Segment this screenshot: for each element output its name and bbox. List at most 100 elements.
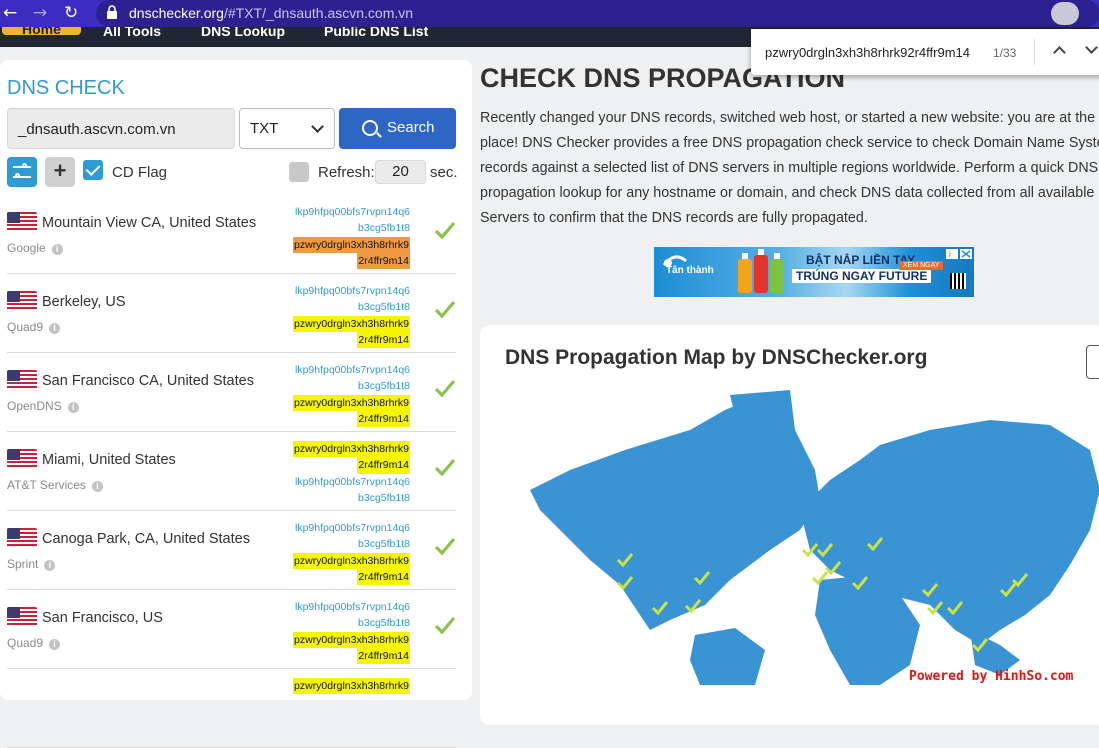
menu-home[interactable]: Home	[2, 27, 81, 36]
find-next-icon[interactable]	[1085, 41, 1098, 54]
find-in-page-bar: pzwry0drgln3xh3h8rhrk92r4ffr9m14 1/33	[751, 29, 1099, 75]
server-location: Berkeley, US	[42, 294, 126, 310]
txt-records: lkp9hfpq00bfs7rvpn14q6 b3cg5fb1t8 pzwry0dr…	[293, 283, 410, 349]
txt-records: lkp9hfpq00bfs7rvpn14q6 b3cg5fb1t8 pzwry0dr…	[293, 204, 410, 270]
txt-record-line: pzwry0drgln3xh3h8rhrk9	[293, 394, 410, 411]
drink-bottles-icon	[738, 249, 784, 293]
svg-text:i: i	[949, 250, 951, 259]
txt-record-line: b3cg5fb1t8	[358, 380, 410, 393]
refresh-checkbox[interactable]	[289, 162, 309, 182]
address-bar[interactable]: dnschecker.org/#TXT/_dnsauth.ascvn.com.v…	[96, 0, 1099, 27]
record-type-value: TXT	[250, 120, 279, 137]
ad-line-2: TRÚNG NGAY FUTURE	[792, 269, 932, 283]
result-row: Mountain View CA, United States Google i lk…	[7, 195, 456, 274]
txt-record-line: b3cg5fb1t8	[358, 617, 410, 630]
info-icon[interactable]: i	[91, 481, 103, 492]
ad-cta-button[interactable]: XEM NGAY	[899, 261, 944, 270]
cd-flag-checkbox[interactable]	[83, 160, 103, 180]
info-icon[interactable]: i	[67, 402, 79, 413]
forward-icon[interactable]: →	[33, 3, 47, 23]
info-icon[interactable]: i	[51, 244, 63, 255]
txt-record-line: 2r4ffr9m14	[357, 410, 410, 428]
txt-record-line: 2r4ffr9m14	[357, 457, 410, 474]
info-icon[interactable]: i	[49, 639, 61, 650]
domain-input[interactable]: _dnsauth.ascvn.com.vn	[7, 108, 235, 149]
menu-dns-lookup[interactable]: DNS Lookup	[201, 27, 285, 39]
check-icon	[434, 537, 456, 556]
search-button[interactable]: Search	[339, 108, 456, 149]
server-location: San Francisco CA, United States	[42, 373, 254, 389]
txt-record-line: lkp9hfpq00bfs7rvpn14q6	[294, 285, 410, 297]
server-provider: AT&T Services i	[7, 478, 103, 492]
check-icon	[434, 221, 456, 240]
chevron-down-icon	[311, 120, 324, 133]
us-flag-icon	[7, 607, 37, 627]
provider-name: Quad9	[7, 636, 44, 650]
txt-record-line: b3cg5fb1t8	[358, 222, 410, 235]
txt-record-line: pzwry0drgln3xh3h8rhrk9	[293, 315, 410, 332]
provider-name: Google	[7, 241, 46, 255]
txt-record-line: b3cg5fb1t8	[358, 491, 410, 504]
server-provider: Quad9 i	[7, 320, 61, 334]
result-row: Canoga Park, CA, United States Sprint i lkp…	[7, 511, 456, 590]
refresh-interval-input[interactable]: 20	[375, 160, 426, 184]
server-location: Miami, United States	[42, 452, 176, 468]
cd-flag-label: CD Flag	[112, 164, 168, 181]
check-icon	[434, 379, 456, 398]
back-icon[interactable]: ←	[3, 3, 17, 23]
info-icon[interactable]: i	[49, 323, 61, 334]
advertisement-banner[interactable]: Tân thành BẬT NẮP LIỀN TAY TRÚNG NGAY FU…	[654, 247, 974, 297]
map-menu-button[interactable]	[1086, 345, 1099, 379]
panel-title: DNS CHECK	[7, 77, 125, 99]
url-host: dnschecker.org	[129, 5, 224, 21]
server-provider: Sprint i	[7, 557, 56, 571]
txt-records: lkp9hfpq00bfs7rvpn14q6 b3cg5fb1t8 pzwry0dr…	[293, 362, 410, 428]
txt-record-line: pzwry0drgln3xh3h8rhrk9	[293, 236, 410, 253]
seconds-label: sec.	[430, 164, 458, 181]
find-match-count: 1/33	[993, 46, 1017, 60]
server-location: Mountain View CA, United States	[42, 215, 257, 231]
menu-all-tools[interactable]: All Tools	[103, 27, 161, 39]
txt-record-line: 2r4ffr9m14	[357, 568, 410, 586]
check-icon	[434, 300, 456, 319]
menu-public-dns[interactable]: Public DNS List	[324, 27, 428, 39]
txt-records: lkp9hfpq00bfs7rvpn14q6 b3cg5fb1t8 pzwry0dr…	[293, 520, 410, 586]
world-map	[530, 390, 1099, 685]
txt-record-line: lkp9hfpq00bfs7rvpn14q6	[294, 475, 410, 488]
result-row: Miami, United States AT&T Services i pzwry0…	[7, 432, 456, 511]
txt-record-line: lkp9hfpq00bfs7rvpn14q6	[294, 206, 410, 218]
server-location: San Francisco, US	[42, 610, 163, 626]
check-icon	[434, 458, 456, 477]
txt-record-line: 2r4ffr9m14	[357, 647, 410, 665]
server-provider: Google i	[7, 241, 63, 255]
refresh-label: Refresh:	[318, 164, 375, 181]
extension-icon[interactable]	[1051, 2, 1079, 25]
settings-sliders-icon[interactable]	[7, 157, 37, 187]
add-server-button[interactable]: +	[45, 157, 75, 187]
txt-record-line: pzwry0drgln3xh3h8rhrk9	[293, 678, 410, 695]
txt-record-line: pzwry0drgln3xh3h8rhrk9	[293, 552, 410, 569]
result-row: San Francisco CA, United States OpenDNS i l…	[7, 353, 456, 432]
result-row: Berkeley, US Quad9 i lkp9hfpq00bfs7rvpn14q6…	[7, 274, 456, 353]
find-separator	[1034, 39, 1035, 65]
provider-name: Quad9	[7, 320, 44, 334]
txt-record-line: pzwry0drgln3xh3h8rhrk9	[293, 631, 410, 648]
record-type-select[interactable]: TXT	[239, 108, 335, 149]
qr-code-icon	[950, 273, 966, 289]
us-flag-icon	[7, 449, 37, 469]
find-previous-icon[interactable]	[1053, 46, 1066, 59]
txt-record-line: lkp9hfpq00bfs7rvpn14q6	[294, 364, 410, 376]
server-provider: OpenDNS i	[7, 399, 79, 413]
info-icon[interactable]: i	[44, 560, 56, 571]
txt-record-line: pzwry0drgln3xh3h8rhrk9	[293, 441, 410, 458]
find-query-input[interactable]: pzwry0drgln3xh3h8rhrk92r4ffr9m14	[765, 45, 970, 60]
url-path: /#TXT/_dnsauth.ascvn.com.vn	[223, 5, 414, 21]
south-america-shape	[690, 628, 765, 685]
reload-icon[interactable]: ↻	[64, 3, 78, 23]
us-flag-icon	[7, 528, 37, 548]
txt-record-line: 2r4ffr9m14	[357, 252, 410, 270]
search-icon	[362, 120, 378, 136]
txt-record-line: b3cg5fb1t8	[358, 538, 410, 551]
ad-choices-icon[interactable]: i	[945, 248, 973, 260]
txt-records: pzwry0drgln3xh3h8rhrk9 2r4ffr9m14 lkp9hfpq…	[293, 441, 410, 506]
